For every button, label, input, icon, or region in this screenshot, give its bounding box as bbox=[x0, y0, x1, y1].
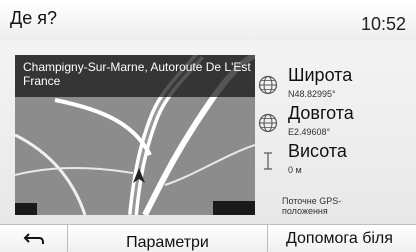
help-nearby-button[interactable]: Допомога біля bbox=[268, 225, 416, 252]
latitude-value: N48.82995° bbox=[288, 89, 336, 99]
where-am-i-screen: Де я? 10:52 Champigny-Sur-Marne, Autorou… bbox=[0, 0, 416, 252]
map-view[interactable]: Champigny-Sur-Marne, Autoroute De L'Est … bbox=[15, 55, 255, 215]
page-title: Де я? bbox=[10, 8, 57, 28]
globe-icon bbox=[258, 75, 278, 95]
back-arrow-icon bbox=[23, 233, 44, 244]
location-street: Champigny-Sur-Marne, Autoroute De L'Est bbox=[23, 60, 251, 74]
altitude-value: 0 м bbox=[288, 165, 302, 175]
gps-position-label: Поточне GPS-положення bbox=[282, 196, 342, 216]
altitude-row: Висота 0 м bbox=[258, 141, 416, 177]
location-country: France bbox=[23, 74, 61, 88]
clock: 10:52 bbox=[360, 14, 406, 34]
parameters-button[interactable]: Параметри bbox=[68, 225, 268, 252]
bottom-bar: Параметри Допомога біля bbox=[0, 224, 416, 252]
latitude-row: Широта N48.82995° bbox=[258, 65, 416, 101]
altitude-label: Висота bbox=[288, 141, 347, 161]
globe-icon bbox=[258, 113, 278, 133]
header: Де я? 10:52 bbox=[0, 0, 416, 40]
longitude-label: Довгота bbox=[288, 103, 354, 123]
back-button[interactable] bbox=[0, 225, 68, 252]
longitude-value: E2.49608° bbox=[288, 127, 331, 137]
latitude-label: Широта bbox=[288, 65, 353, 85]
location-caption: Champigny-Sur-Marne, Autoroute De L'Est … bbox=[15, 55, 255, 97]
gps-position-button[interactable]: Поточне GPS-положення bbox=[282, 196, 352, 216]
altitude-icon bbox=[264, 152, 272, 170]
longitude-row: Довгота E2.49608° bbox=[258, 103, 416, 139]
